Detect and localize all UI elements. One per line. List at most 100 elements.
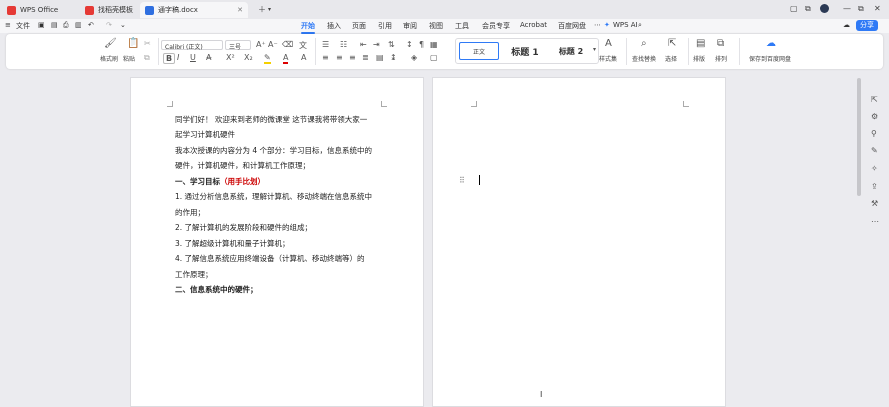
decrease-indent-icon[interactable]: ⇤ (360, 40, 367, 49)
italic-icon[interactable]: I (177, 53, 179, 62)
page-1[interactable]: 同学们好！ 欢迎来到老师的微课堂 这节课我将带领大家一 起学习计算机硬件 我本次… (130, 77, 424, 407)
strikethrough-icon[interactable]: A̶ (206, 53, 211, 62)
justify-icon[interactable]: ≣ (362, 53, 369, 62)
numbered-list-icon[interactable]: ☷ (340, 40, 347, 49)
menu-tab-acrobat[interactable]: Acrobat (520, 21, 547, 29)
more-icon[interactable]: ⋯ (871, 217, 879, 226)
menu-file[interactable]: 文件 (16, 21, 30, 31)
table-icon[interactable]: ▦ (430, 40, 438, 49)
paste-icon[interactable]: 📋 (127, 38, 139, 49)
menu-tab-baidu[interactable]: 百度网盘 (558, 21, 586, 31)
align-center-icon[interactable]: ≡ (336, 53, 343, 62)
style-heading-2[interactable]: 标题 2 (549, 42, 593, 60)
close-icon[interactable]: ✕ (237, 6, 243, 14)
format-painter-button[interactable]: 格式刷 (100, 54, 118, 63)
find-replace-button[interactable]: 查找替换 (632, 54, 656, 63)
chevron-down-icon[interactable]: ▾ (593, 46, 596, 53)
select-icon[interactable]: ⇱ (668, 38, 676, 49)
text-direction-icon[interactable]: ⇅ (388, 40, 395, 49)
font-color-icon[interactable]: A (283, 53, 289, 64)
sort-layout-icon[interactable]: ⧉ (717, 38, 724, 49)
sort-icon[interactable]: ↕ (406, 40, 413, 49)
menu-tab-home[interactable]: 开始 (301, 21, 315, 34)
menu-tab-page[interactable]: 页面 (352, 21, 366, 31)
more-icon[interactable]: ⋯ (594, 21, 601, 29)
menu-tab-view[interactable]: 视图 (429, 21, 443, 31)
close-window-icon[interactable]: ✕ (874, 4, 881, 13)
maximize-icon[interactable]: ⧉ (858, 4, 864, 14)
minimize-icon[interactable]: — (843, 4, 851, 13)
phonetic-icon[interactable]: 文 (299, 40, 307, 51)
layout-icon[interactable]: ▢ (790, 4, 798, 13)
menu-tab-member[interactable]: 会员专享 (482, 21, 510, 31)
font-size-select[interactable]: 三号 (225, 40, 251, 51)
superscript-icon[interactable]: X² (226, 53, 235, 62)
align-right-icon[interactable]: ≡ (349, 53, 356, 62)
wps-ai-button[interactable]: WPS AI (613, 21, 638, 29)
increase-indent-icon[interactable]: ⇥ (373, 40, 380, 49)
tab-daoke[interactable]: 找稻壳模板 (80, 2, 138, 18)
distributed-icon[interactable]: ▤ (376, 53, 384, 62)
page-2[interactable]: ⠿ (432, 77, 726, 407)
sparkle-icon[interactable]: ✧ (871, 164, 878, 173)
underline-icon[interactable]: U (190, 53, 196, 62)
redo-icon[interactable]: ↷ (106, 21, 112, 29)
style-set-button[interactable]: 样式集 (599, 54, 617, 63)
subscript-icon[interactable]: X₂ (244, 53, 253, 62)
export-pdf-icon[interactable]: ▤ (51, 21, 58, 29)
bullet-list-icon[interactable]: ☰ (322, 40, 329, 49)
avatar[interactable] (820, 4, 829, 13)
line-spacing-icon[interactable]: ↨ (390, 53, 397, 62)
format-painter-icon[interactable]: 🖌 (104, 38, 117, 49)
preview-icon[interactable]: ▥ (75, 21, 82, 29)
drag-handle-icon[interactable]: ⠿ (459, 176, 465, 185)
save-baidu-button[interactable]: 保存到百度网盘 (749, 54, 791, 63)
save-icon[interactable]: ▣ (38, 21, 45, 29)
paste-button[interactable]: 粘贴 (123, 54, 135, 63)
print-icon[interactable]: ⎙ (63, 21, 69, 30)
find-icon[interactable]: ⌕ (641, 38, 647, 49)
arrange-icon[interactable]: ▤ (696, 38, 705, 49)
adjust-icon[interactable]: ⚙ (871, 112, 878, 121)
search-icon[interactable]: ⌕ (638, 21, 642, 30)
select-tool-icon[interactable]: ⇱ (871, 95, 878, 104)
style-heading-1[interactable]: 标题 1 (503, 42, 547, 60)
menu-tab-review[interactable]: 审阅 (403, 21, 417, 31)
menu-tab-tools[interactable]: 工具 (455, 21, 469, 31)
chevron-down-icon[interactable]: ▾ (268, 6, 271, 13)
tools-icon[interactable]: ⚒ (871, 199, 878, 208)
cut-icon[interactable]: ✂ (144, 39, 151, 48)
align-left-icon[interactable]: ≡ (322, 53, 329, 62)
tab-document[interactable]: 通字稿.docx ✕ (140, 2, 248, 18)
undo-icon[interactable]: ↶ (88, 21, 94, 29)
font-name-select[interactable]: Calibri (正文) (161, 40, 223, 51)
increase-font-icon[interactable]: A⁺ (256, 40, 266, 49)
window-icon[interactable]: ⧉ (805, 4, 811, 14)
bold-icon[interactable]: B (163, 53, 176, 64)
menu-tab-references[interactable]: 引用 (378, 21, 392, 31)
share-button[interactable]: 分享 (856, 20, 878, 31)
sort-button[interactable]: 排列 (715, 54, 727, 63)
menu-tab-insert[interactable]: 插入 (327, 21, 341, 31)
arrange-button[interactable]: 排版 (693, 54, 705, 63)
select-button[interactable]: 选择 (665, 54, 677, 63)
shading-icon[interactable]: ◈ (411, 53, 417, 62)
baidu-cloud-icon[interactable]: ☁ (766, 38, 776, 49)
cloud-icon[interactable]: ☁ (843, 21, 850, 29)
clear-format-icon[interactable]: ⌫ (282, 40, 293, 49)
chevron-down-icon[interactable]: ⌄ (120, 21, 126, 29)
edit-icon[interactable]: ✎ (871, 146, 878, 155)
border-icon[interactable]: ▢ (430, 53, 438, 62)
style-set-icon[interactable]: A (605, 38, 612, 49)
tab-wps-office[interactable]: WPS Office (2, 2, 78, 18)
show-marks-icon[interactable]: ¶ (419, 40, 424, 49)
share-icon[interactable]: ⇪ (871, 182, 878, 191)
clip-icon[interactable]: ⚲ (871, 129, 877, 138)
style-normal[interactable]: 正文 (459, 42, 499, 60)
vertical-scrollbar[interactable] (857, 78, 861, 196)
new-tab-icon[interactable]: ＋ (258, 4, 266, 15)
hamburger-icon[interactable]: ≡ (5, 21, 11, 29)
highlight-icon[interactable]: ✎ (264, 53, 271, 64)
decrease-font-icon[interactable]: A⁻ (268, 40, 278, 49)
char-shading-icon[interactable]: A (301, 53, 306, 62)
